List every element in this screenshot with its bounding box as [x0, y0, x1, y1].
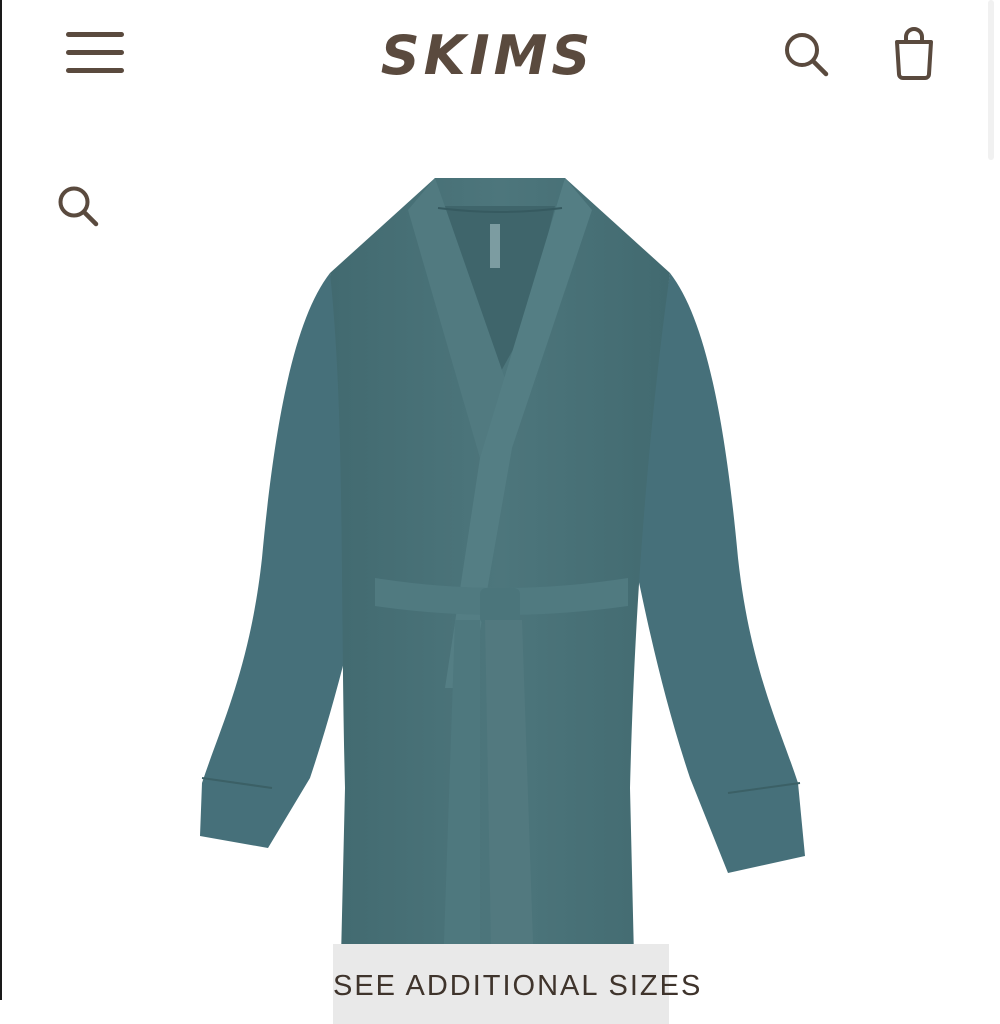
see-additional-sizes-label: SEE ADDITIONAL SIZES [333, 970, 703, 1002]
shopping-bag-icon [895, 27, 933, 80]
product-image[interactable] [180, 168, 820, 1000]
brand-logo-text: SKIMS [380, 24, 595, 87]
cart-button[interactable] [890, 26, 938, 82]
site-header: SKIMS [0, 0, 1000, 110]
see-additional-sizes-button[interactable]: SEE ADDITIONAL SIZES [333, 944, 703, 1024]
product-search-button[interactable] [56, 184, 100, 228]
window-edge [0, 0, 2, 1000]
search-icon [58, 186, 99, 227]
hamburger-menu-icon [66, 32, 124, 37]
search-icon [785, 33, 829, 77]
header-search-button[interactable] [782, 30, 830, 78]
robe-illustration [200, 178, 805, 1000]
brand-logo[interactable]: SKIMS [360, 24, 615, 88]
menu-button[interactable] [66, 30, 126, 78]
